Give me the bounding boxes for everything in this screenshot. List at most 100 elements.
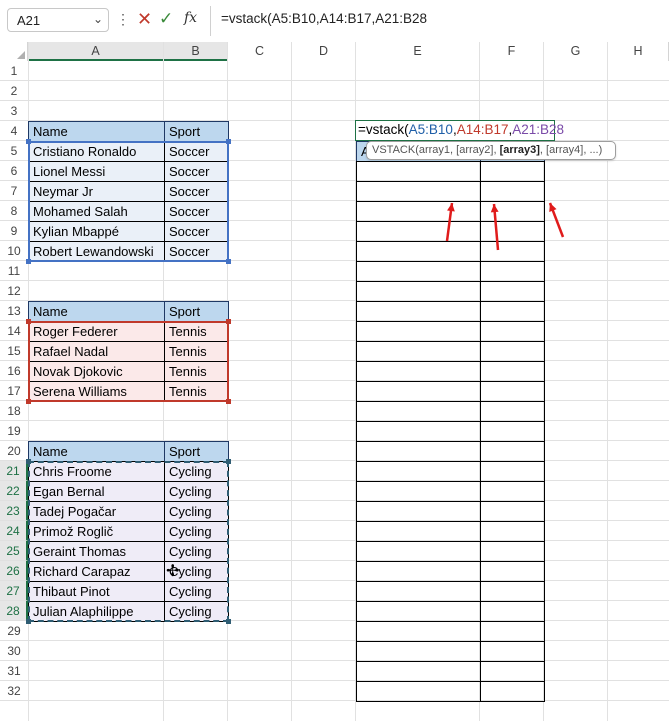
row-header-19[interactable]: 19 — [0, 421, 28, 441]
row-header-7[interactable]: 7 — [0, 181, 28, 201]
row-header-25[interactable]: 25 — [0, 541, 28, 561]
row-header-27[interactable]: 27 — [0, 581, 28, 601]
column-header-b[interactable]: B — [164, 42, 228, 61]
row-header-14[interactable]: 14 — [0, 321, 28, 341]
result-name-cell[interactable] — [356, 461, 481, 482]
enter-icon[interactable]: ✓ — [159, 9, 173, 29]
result-name-cell[interactable] — [356, 161, 481, 182]
column-header-e[interactable]: E — [356, 42, 480, 61]
tennis-range-handle[interactable] — [26, 399, 31, 404]
row-header-15[interactable]: 15 — [0, 341, 28, 361]
row-header-32[interactable]: 32 — [0, 681, 28, 701]
result-name-cell[interactable] — [356, 441, 481, 462]
result-name-cell[interactable] — [356, 221, 481, 242]
result-sport-cell[interactable] — [480, 241, 545, 262]
result-sport-cell[interactable] — [480, 221, 545, 242]
column-header-g[interactable]: G — [544, 42, 608, 61]
row-header-26[interactable]: 26 — [0, 561, 28, 581]
result-name-cell[interactable] — [356, 301, 481, 322]
cycling-range-handle[interactable] — [226, 619, 231, 624]
cycling-range-handle[interactable] — [226, 459, 231, 464]
row-header-8[interactable]: 8 — [0, 201, 28, 221]
result-name-cell[interactable] — [356, 681, 481, 702]
result-sport-cell[interactable] — [480, 661, 545, 682]
cell-edit-e6[interactable]: =vstack(A5:B10,A14:B17,A21:B28 — [355, 120, 564, 141]
result-name-cell[interactable] — [356, 621, 481, 642]
row-header-3[interactable]: 3 — [0, 101, 28, 121]
result-sport-cell[interactable] — [480, 381, 545, 402]
result-name-cell[interactable] — [356, 201, 481, 222]
insert-function-icon[interactable]: fx — [184, 10, 197, 26]
soccer-range-handle[interactable] — [26, 139, 31, 144]
result-sport-cell[interactable] — [480, 181, 545, 202]
more-options-icon[interactable]: ⋮ — [116, 11, 130, 28]
result-name-cell[interactable] — [356, 481, 481, 502]
result-name-cell[interactable] — [356, 401, 481, 422]
result-name-cell[interactable] — [356, 521, 481, 542]
column-header-a[interactable]: A — [28, 42, 164, 61]
formula-input[interactable]: =vstack(A5:B10,A14:B17,A21:B28 — [221, 11, 427, 26]
tennis-range-handle[interactable] — [26, 319, 31, 324]
name-box[interactable]: A21 ⌄ — [7, 8, 109, 32]
result-name-cell[interactable] — [356, 661, 481, 682]
tennis-header-sport[interactable]: Sport — [164, 301, 229, 322]
row-header-21[interactable]: 21 — [0, 461, 28, 481]
row-header-2[interactable]: 2 — [0, 81, 28, 101]
soccer-header-name[interactable]: Name — [28, 121, 165, 142]
column-header-c[interactable]: C — [228, 42, 292, 61]
result-sport-cell[interactable] — [480, 421, 545, 442]
tennis-header-name[interactable]: Name — [28, 301, 165, 322]
cancel-icon[interactable]: ✕ — [137, 9, 152, 30]
result-sport-cell[interactable] — [480, 401, 545, 422]
result-sport-cell[interactable] — [480, 441, 545, 462]
result-sport-cell[interactable] — [480, 281, 545, 302]
row-header-11[interactable]: 11 — [0, 261, 28, 281]
column-header-d[interactable]: D — [292, 42, 356, 61]
row-header-31[interactable]: 31 — [0, 661, 28, 681]
result-sport-cell[interactable] — [480, 481, 545, 502]
result-name-cell[interactable] — [356, 641, 481, 662]
result-sport-cell[interactable] — [480, 541, 545, 562]
row-header-16[interactable]: 16 — [0, 361, 28, 381]
result-name-cell[interactable] — [356, 321, 481, 342]
row-header-5[interactable]: 5 — [0, 141, 28, 161]
result-sport-cell[interactable] — [480, 321, 545, 342]
column-header-h[interactable]: H — [608, 42, 669, 61]
result-sport-cell[interactable] — [480, 201, 545, 222]
result-sport-cell[interactable] — [480, 581, 545, 602]
result-name-cell[interactable] — [356, 561, 481, 582]
result-name-cell[interactable] — [356, 541, 481, 562]
result-sport-cell[interactable] — [480, 521, 545, 542]
result-sport-cell[interactable] — [480, 621, 545, 642]
result-sport-cell[interactable] — [480, 261, 545, 282]
row-header-29[interactable]: 29 — [0, 621, 28, 641]
result-sport-cell[interactable] — [480, 161, 545, 182]
select-all-corner[interactable] — [0, 42, 28, 61]
result-sport-cell[interactable] — [480, 501, 545, 522]
row-header-1[interactable]: 1 — [0, 61, 28, 81]
result-name-cell[interactable] — [356, 601, 481, 622]
column-header-f[interactable]: F — [480, 42, 544, 61]
row-header-30[interactable]: 30 — [0, 641, 28, 661]
row-header-6[interactable]: 6 — [0, 161, 28, 181]
result-sport-cell[interactable] — [480, 461, 545, 482]
result-sport-cell[interactable] — [480, 561, 545, 582]
soccer-range-handle[interactable] — [26, 259, 31, 264]
row-header-10[interactable]: 10 — [0, 241, 28, 261]
result-name-cell[interactable] — [356, 421, 481, 442]
result-name-cell[interactable] — [356, 181, 481, 202]
result-sport-cell[interactable] — [480, 601, 545, 622]
row-header-23[interactable]: 23 — [0, 501, 28, 521]
row-header-22[interactable]: 22 — [0, 481, 28, 501]
result-name-cell[interactable] — [356, 501, 481, 522]
result-name-cell[interactable] — [356, 581, 481, 602]
row-header-28[interactable]: 28 — [0, 601, 28, 621]
soccer-range-handle[interactable] — [226, 139, 231, 144]
result-sport-cell[interactable] — [480, 341, 545, 362]
tennis-range-handle[interactable] — [226, 399, 231, 404]
result-name-cell[interactable] — [356, 341, 481, 362]
cycling-header-sport[interactable]: Sport — [164, 441, 229, 462]
result-sport-cell[interactable] — [480, 301, 545, 322]
result-name-cell[interactable] — [356, 281, 481, 302]
cycling-header-name[interactable]: Name — [28, 441, 165, 462]
